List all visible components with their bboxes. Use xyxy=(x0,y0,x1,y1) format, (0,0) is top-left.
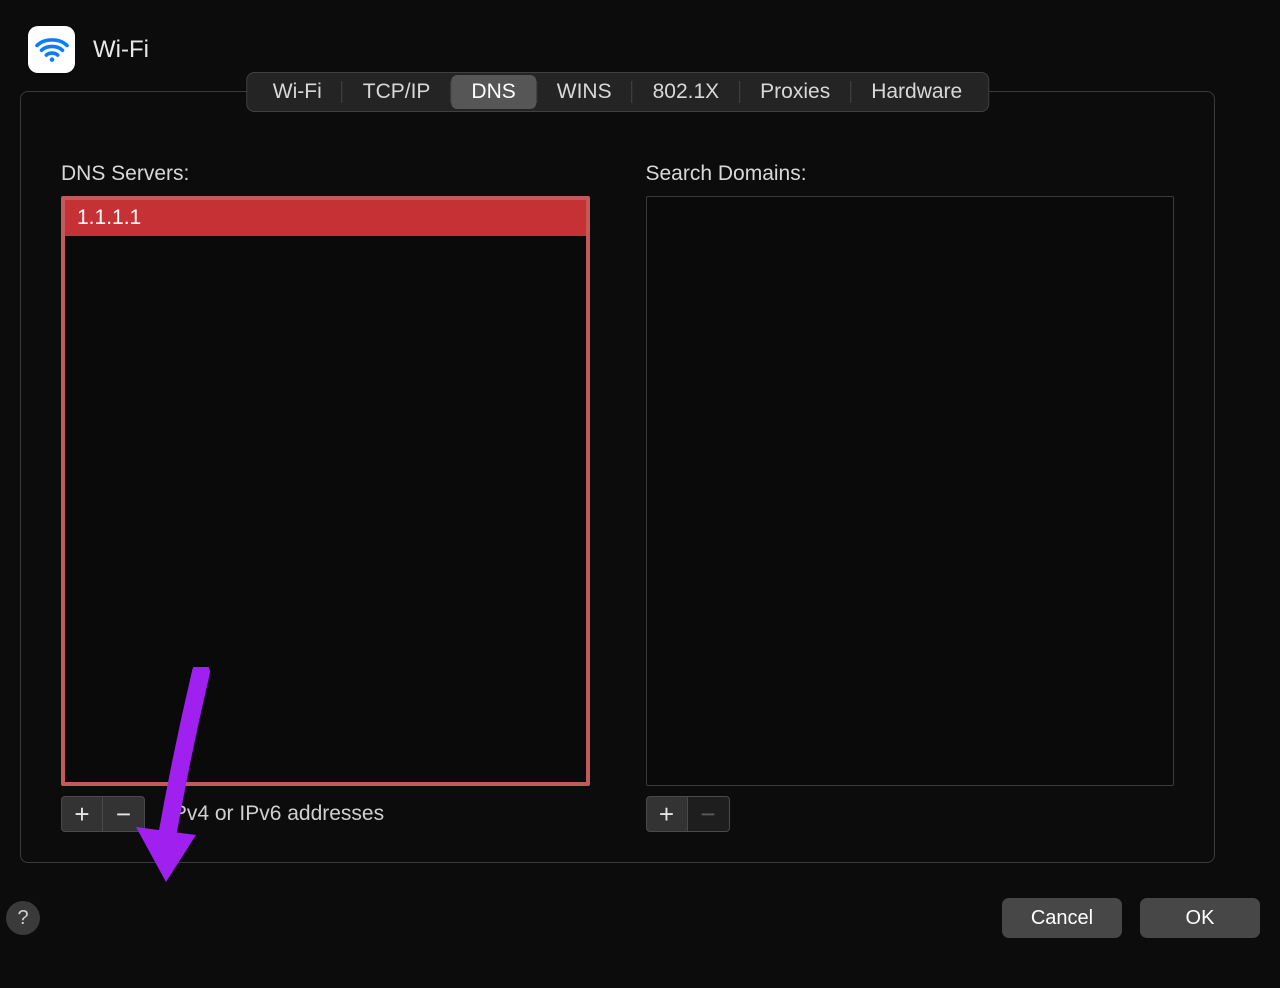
search-domains-column: Search Domains: + − xyxy=(646,162,1175,832)
dns-servers-column: DNS Servers: 1.1.1.1 + − IPv4 or IPv6 ad… xyxy=(61,162,590,832)
tab-dns[interactable]: DNS xyxy=(451,75,535,109)
help-button[interactable]: ? xyxy=(6,901,40,935)
dns-servers-label: DNS Servers: xyxy=(61,162,590,186)
wifi-icon xyxy=(28,26,75,73)
dns-server-row[interactable]: 1.1.1.1 xyxy=(65,200,586,236)
tab-8021x[interactable]: 802.1X xyxy=(633,75,740,109)
search-domains-list[interactable] xyxy=(646,196,1175,786)
minus-icon: − xyxy=(116,801,131,827)
remove-search-domain-button: − xyxy=(688,796,730,832)
tab-tcpip[interactable]: TCP/IP xyxy=(343,75,451,109)
add-search-domain-button[interactable]: + xyxy=(646,796,688,832)
dns-hint: IPv4 or IPv6 addresses xyxy=(167,802,384,826)
add-dns-button[interactable]: + xyxy=(61,796,103,832)
plus-icon: + xyxy=(659,801,674,827)
page-title: Wi-Fi xyxy=(93,36,149,64)
remove-dns-button[interactable]: − xyxy=(103,796,145,832)
header: Wi-Fi xyxy=(20,26,1260,73)
tab-hardware[interactable]: Hardware xyxy=(851,75,982,109)
bottom-bar: ? Cancel OK xyxy=(20,894,1260,942)
tabs: Wi-Fi TCP/IP DNS WINS 802.1X Proxies Har… xyxy=(246,72,989,112)
search-domains-controls: + − xyxy=(646,796,1175,832)
settings-panel: Wi-Fi TCP/IP DNS WINS 802.1X Proxies Har… xyxy=(20,91,1215,863)
dns-list-controls: + − IPv4 or IPv6 addresses xyxy=(61,796,590,832)
cancel-button[interactable]: Cancel xyxy=(1002,898,1122,938)
minus-icon: − xyxy=(700,801,715,827)
help-icon: ? xyxy=(17,907,28,930)
search-domains-label: Search Domains: xyxy=(646,162,1175,186)
tab-wins[interactable]: WINS xyxy=(537,75,632,109)
plus-icon: + xyxy=(74,801,89,827)
dns-servers-list[interactable]: 1.1.1.1 xyxy=(61,196,590,786)
tab-wifi[interactable]: Wi-Fi xyxy=(253,75,342,109)
tab-proxies[interactable]: Proxies xyxy=(740,75,850,109)
content-area: DNS Servers: 1.1.1.1 + − IPv4 or IPv6 ad… xyxy=(61,162,1174,832)
ok-button[interactable]: OK xyxy=(1140,898,1260,938)
